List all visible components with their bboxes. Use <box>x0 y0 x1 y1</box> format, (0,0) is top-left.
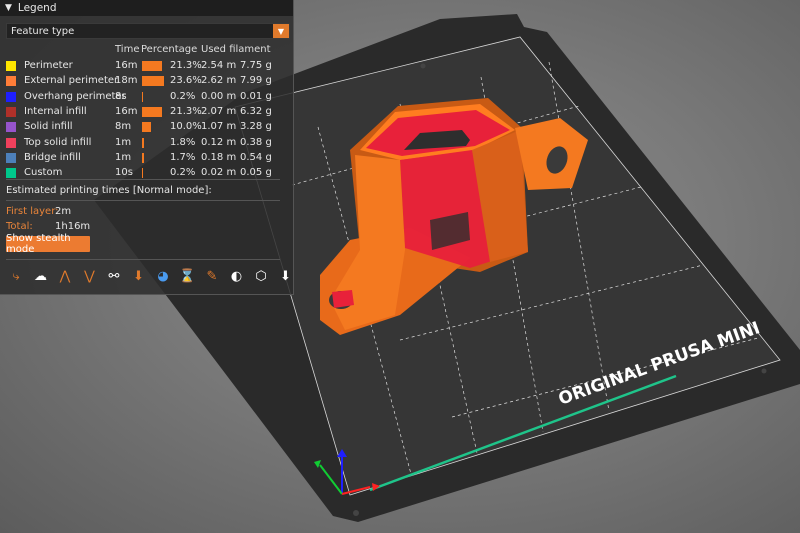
feature-percentage: 0.2% <box>170 90 196 102</box>
retractions-icon[interactable]: ⋀ <box>57 268 73 284</box>
feature-row[interactable]: External perimeter 18m 23.6% 2.62 m 7.99 g <box>0 74 294 88</box>
feature-weight: 3.28 g <box>240 121 272 133</box>
feature-percentage-bar <box>142 91 143 102</box>
feature-row[interactable]: Internal infill 16m 21.3% 2.07 m 6.32 g <box>0 105 294 119</box>
feature-length: 0.02 m <box>201 167 237 179</box>
feature-color-swatch <box>6 61 16 71</box>
deretractions-icon[interactable]: ⋁ <box>82 268 98 284</box>
feature-color-swatch <box>6 137 16 148</box>
feature-color-swatch <box>6 91 16 102</box>
legend-title: Legend <box>17 2 57 14</box>
tool-marker-icon[interactable]: ⬇ <box>278 268 294 284</box>
feature-name: Top solid infill <box>24 136 92 148</box>
view-type-value: Feature type <box>11 25 75 37</box>
divider <box>6 259 280 260</box>
feature-row[interactable]: Bridge infill 1m 1.7% 0.18 m 0.54 g <box>0 151 294 165</box>
feature-length: 0.12 m <box>201 136 237 148</box>
feature-weight: 0.38 g <box>240 136 272 148</box>
feature-weight: 6.32 g <box>240 105 272 117</box>
total-value: 1h16m <box>55 221 91 232</box>
feature-percentage-bar <box>142 106 162 117</box>
feature-length: 0.00 m <box>201 90 237 102</box>
feature-length: 0.18 m <box>201 151 237 163</box>
feature-name: Custom <box>24 167 63 179</box>
feature-percentage-bar <box>142 76 164 87</box>
show-stealth-mode-button[interactable]: Show stealth mode <box>6 233 90 255</box>
feature-weight: 0.01 g <box>240 90 272 102</box>
seams-icon[interactable]: ⚯ <box>106 268 122 284</box>
feature-row[interactable]: Solid infill 8m 10.0% 1.07 m 3.28 g <box>0 120 294 134</box>
feature-length: 2.07 m <box>201 105 237 117</box>
dropdown-arrow-icon[interactable]: ▼ <box>273 24 289 38</box>
feature-time: 8m <box>115 121 132 133</box>
shells-icon[interactable]: ⬡ <box>253 268 269 284</box>
feature-weight: 7.75 g <box>240 60 272 71</box>
feature-row[interactable]: Top solid infill 1m 1.8% 0.12 m 0.38 g <box>0 136 294 150</box>
feature-name: Perimeter <box>24 60 73 71</box>
feature-time: 8s <box>115 90 127 102</box>
feature-length: 2.62 m <box>201 75 237 87</box>
legend-header[interactable]: ▼ Legend <box>0 0 293 16</box>
tool-changes-icon[interactable]: ⬇ <box>131 268 147 284</box>
feature-length: 2.54 m <box>201 60 237 71</box>
feature-percentage-bar <box>142 152 144 163</box>
feature-name: Solid infill <box>24 121 73 133</box>
travel-icon[interactable]: ⤷ <box>8 268 24 284</box>
feature-percentage-bar <box>142 168 143 179</box>
feature-percentage-bar <box>142 122 152 133</box>
feature-percentage-bar <box>142 137 144 148</box>
feature-time: 1m <box>115 136 132 148</box>
legend-panel: ▼ Legend Feature type ▼ Time Percentage … <box>0 0 294 295</box>
feature-time: 16m <box>115 60 138 71</box>
column-percentage: Percentage <box>141 44 198 55</box>
estimate-heading: Estimated printing times [Normal mode]: <box>6 185 212 196</box>
wipe-icon[interactable]: ☁ <box>33 268 49 284</box>
feature-color-swatch <box>6 106 16 117</box>
feature-time: 1m <box>115 151 132 163</box>
first-layer-label: First layer: <box>6 206 59 217</box>
feature-percentage: 21.3% <box>170 105 202 117</box>
collapse-triangle-icon[interactable]: ▼ <box>5 3 12 13</box>
feature-name: External perimeter <box>24 75 119 87</box>
feature-name: Overhang perimeter <box>24 90 126 102</box>
feature-weight: 0.54 g <box>240 151 272 163</box>
feature-time: 16m <box>115 105 138 117</box>
feature-row[interactable]: Overhang perimeter 8s 0.2% 0.00 m 0.01 g <box>0 90 294 104</box>
feature-name: Internal infill <box>24 105 87 117</box>
divider <box>6 200 280 201</box>
feature-color-swatch <box>6 168 16 179</box>
feature-row[interactable]: Custom 10s 0.2% 0.02 m 0.05 g <box>0 166 294 180</box>
divider <box>6 179 280 180</box>
feature-percentage: 1.7% <box>170 151 196 163</box>
feature-weight: 0.05 g <box>240 167 272 179</box>
feature-percentage-bar <box>142 61 162 71</box>
feature-name: Bridge infill <box>24 151 81 163</box>
feature-percentage: 10.0% <box>170 121 202 133</box>
feature-percentage: 21.3% <box>170 60 202 71</box>
feature-color-swatch <box>6 122 16 133</box>
custom-gcodes-icon[interactable]: ✎ <box>204 268 220 284</box>
feature-time: 18m <box>115 75 138 87</box>
view-type-select[interactable]: Feature type ▼ <box>6 23 290 39</box>
feature-percentage: 23.6% <box>170 75 202 87</box>
first-layer-value: 2m <box>55 206 72 217</box>
feature-percentage: 1.8% <box>170 136 196 148</box>
feature-color-swatch <box>6 76 16 87</box>
feature-percentage: 0.2% <box>170 167 196 179</box>
feature-length: 1.07 m <box>201 121 237 133</box>
pause-prints-icon[interactable]: ⌛ <box>179 268 195 284</box>
feature-row[interactable]: Perimeter 16m 21.3% 2.54 m 7.75 g <box>0 59 294 73</box>
total-label: Total: <box>6 221 33 232</box>
feature-time: 10s <box>115 167 133 179</box>
center-of-gravity-icon[interactable]: ◐ <box>229 268 245 284</box>
column-time: Time <box>115 44 140 55</box>
feature-weight: 7.99 g <box>240 75 272 87</box>
color-changes-icon[interactable]: ◕ <box>155 268 171 284</box>
column-filament: Used filament <box>201 44 271 55</box>
feature-color-swatch <box>6 152 16 163</box>
